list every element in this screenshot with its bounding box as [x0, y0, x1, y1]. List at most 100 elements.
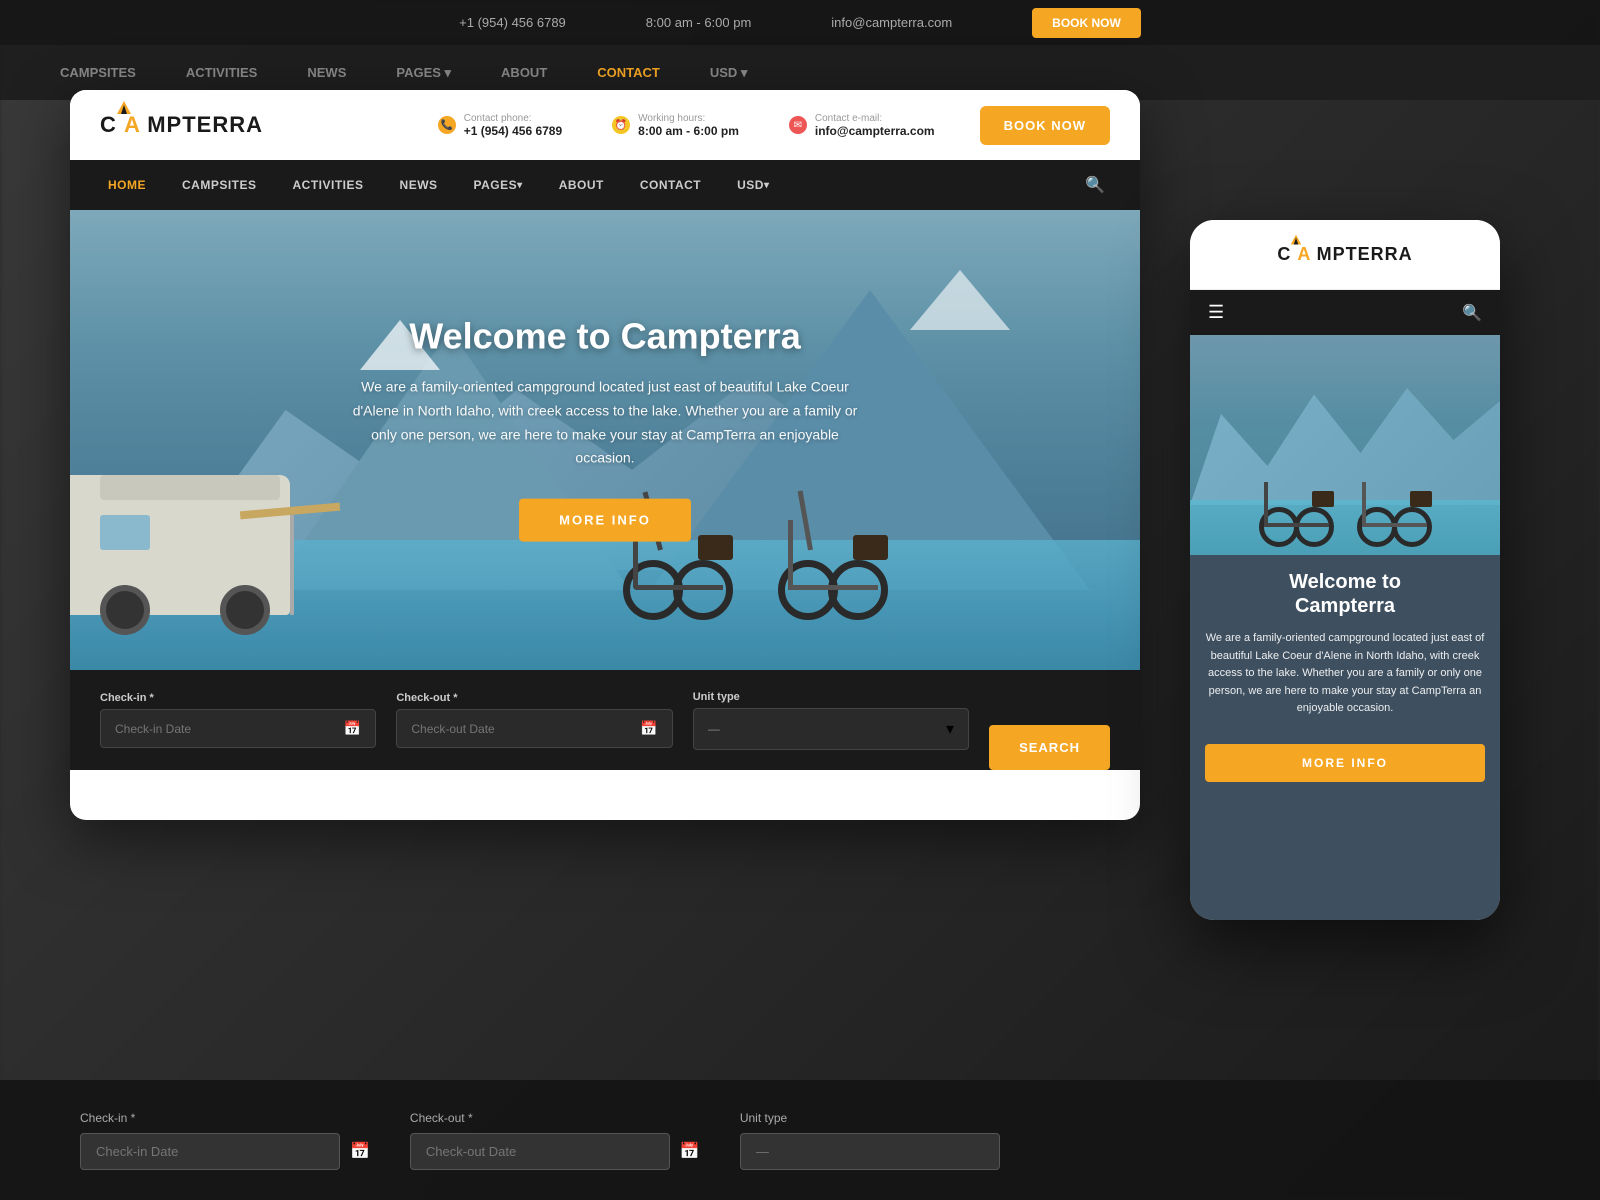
- checkin-field: Check-in * 📅: [100, 692, 376, 748]
- mobile-logo-accent: A: [1291, 244, 1316, 264]
- nav-pages[interactable]: PAGES: [456, 160, 541, 210]
- checkout-field: Check-out * 📅: [396, 692, 672, 748]
- nav-contact[interactable]: CONTACT: [622, 160, 719, 210]
- mobile-more-info-button[interactable]: MORE INFO: [1205, 744, 1485, 782]
- mobile-hero-title: Welcome toCampterra: [1289, 570, 1401, 618]
- mobile-content-area: Welcome toCampterra We are a family-orie…: [1190, 555, 1500, 920]
- nav-home[interactable]: HOME: [90, 160, 164, 210]
- email-value: info@campterra.com: [815, 124, 935, 138]
- checkin-input[interactable]: [115, 722, 344, 736]
- phone-info-group: 📞 Contact phone: +1 (954) 456 6789: [438, 113, 562, 138]
- rv-roof: [100, 475, 280, 500]
- phone-icon: 📞: [438, 116, 456, 134]
- checkin-label: Check-in *: [100, 692, 376, 704]
- search-button[interactable]: SEARCH: [989, 725, 1110, 770]
- book-now-button[interactable]: BOOK NOW: [980, 106, 1110, 145]
- hero-content: Welcome to Campterra We are a family-ori…: [345, 316, 865, 542]
- mobile-search-icon[interactable]: 🔍: [1462, 303, 1482, 323]
- desktop-hero: Welcome to Campterra We are a family-ori…: [70, 210, 1140, 670]
- checkout-input-wrap: 📅: [396, 709, 672, 748]
- bg-unittype-input[interactable]: [740, 1133, 1000, 1170]
- bg-nav-activities: ACTIVITIES: [186, 65, 258, 80]
- bg-email: info@campterra.com: [831, 15, 952, 30]
- unit-type-select-wrap: — ▾: [693, 708, 969, 750]
- clock-icon: ⏰: [612, 116, 630, 134]
- logo-accent: A: [117, 112, 147, 137]
- phone-value: +1 (954) 456 6789: [464, 124, 562, 138]
- mobile-description: We are a family-oriented campground loca…: [1205, 630, 1485, 718]
- bg-checkout-wrap: 📅: [410, 1133, 700, 1170]
- bg-checkin-wrap: 📅: [80, 1133, 370, 1170]
- bg-checkout-field: Check-out * 📅: [410, 1111, 700, 1170]
- m-basket-2: [1410, 491, 1432, 507]
- email-label: Contact e-mail:: [815, 113, 935, 124]
- hours-info-group: ⏰ Working hours: 8:00 am - 6:00 pm: [612, 113, 739, 138]
- mobile-bikes: [1210, 437, 1480, 547]
- unit-type-label: Unit type: [693, 691, 969, 703]
- mountain-right-snow: [910, 270, 1010, 330]
- bg-phone: +1 (954) 456 6789: [459, 15, 566, 30]
- bg-nav-pages: PAGES ▾: [396, 65, 451, 81]
- bg-checkin-input[interactable]: [80, 1133, 340, 1170]
- nav-usd[interactable]: USD: [719, 160, 787, 210]
- mobile-header: C A MPTERRA: [1190, 220, 1500, 290]
- desktop-info-bar: C A MPTERRA 📞 Contact phone: +1 (954) 45…: [70, 90, 1140, 160]
- unit-type-select[interactable]: —: [708, 722, 946, 736]
- phone-info: Contact phone: +1 (954) 456 6789: [464, 113, 562, 138]
- desktop-window: C A MPTERRA 📞 Contact phone: +1 (954) 45…: [70, 90, 1140, 820]
- nav-campsites[interactable]: CAMPSITES: [164, 160, 275, 210]
- rv-window: [100, 515, 150, 550]
- rv-wheel-front: [220, 585, 270, 635]
- booking-bar: Check-in * 📅 Check-out * 📅 Unit type — ▾…: [70, 670, 1140, 770]
- checkin-calendar-icon: 📅: [344, 720, 361, 737]
- bg-nav-news: NEWS: [307, 65, 346, 80]
- nav-about[interactable]: ABOUT: [541, 160, 622, 210]
- mobile-bike-1: [1259, 437, 1334, 547]
- nav-news[interactable]: NEWS: [382, 160, 456, 210]
- search-icon[interactable]: 🔍: [1070, 175, 1120, 195]
- bg-hours: 8:00 am - 6:00 pm: [646, 15, 752, 30]
- bg-nav-contact: CONTACT: [597, 65, 660, 80]
- bg-nav-about: ABOUT: [501, 65, 547, 80]
- select-arrow-icon: ▾: [946, 719, 954, 739]
- hero-description: We are a family-oriented campground loca…: [345, 376, 865, 471]
- bg-unittype-field: Unit type: [740, 1111, 1000, 1170]
- desktop-logo: C A MPTERRA: [100, 112, 263, 138]
- email-info-group: ✉ Contact e-mail: info@campterra.com: [789, 113, 935, 138]
- checkin-input-wrap: 📅: [100, 709, 376, 748]
- m-basket: [1312, 491, 1334, 507]
- bg-book-btn[interactable]: BOOK NOW: [1032, 8, 1141, 38]
- awning-pole: [290, 515, 294, 615]
- phone-label: Contact phone:: [464, 113, 562, 124]
- rv-silhouette: [70, 290, 350, 670]
- bg-checkin-field: Check-in * 📅: [80, 1111, 370, 1170]
- hero-more-info-button[interactable]: MORE INFO: [519, 499, 691, 542]
- email-info: Contact e-mail: info@campterra.com: [815, 113, 935, 138]
- unit-type-field: Unit type — ▾: [693, 691, 969, 750]
- hours-label: Working hours:: [638, 113, 739, 124]
- bg-nav-usd: USD ▾: [710, 65, 748, 81]
- bg-unittype-label: Unit type: [740, 1111, 1000, 1125]
- mobile-window: C A MPTERRA ☰ 🔍: [1190, 220, 1500, 920]
- bg-cal2-icon: 📅: [680, 1141, 700, 1161]
- checkout-label: Check-out *: [396, 692, 672, 704]
- mobile-hero: [1190, 335, 1500, 555]
- hours-value: 8:00 am - 6:00 pm: [638, 124, 739, 138]
- hours-info: Working hours: 8:00 am - 6:00 pm: [638, 113, 739, 138]
- bg-nav-campsites: CAMPSITES: [60, 65, 136, 80]
- nav-activities[interactable]: ACTIVITIES: [275, 160, 382, 210]
- checkout-calendar-icon: 📅: [640, 720, 657, 737]
- checkout-input[interactable]: [411, 722, 640, 736]
- bg-checkin-label: Check-in *: [80, 1111, 370, 1125]
- hero-title: Welcome to Campterra: [345, 316, 865, 358]
- mobile-logo: C A MPTERRA: [1277, 244, 1412, 265]
- bg-booking-bar: Check-in * 📅 Check-out * 📅 Unit type: [0, 1080, 1600, 1200]
- bg-checkout-input[interactable]: [410, 1133, 670, 1170]
- rv-wheel-back: [100, 585, 150, 635]
- tent-icon: [116, 100, 132, 116]
- desktop-nav: HOME CAMPSITES ACTIVITIES NEWS PAGES ABO…: [70, 160, 1140, 210]
- mobile-nav-bar: ☰ 🔍: [1190, 290, 1500, 335]
- bg-checkout-label: Check-out *: [410, 1111, 700, 1125]
- hamburger-icon[interactable]: ☰: [1208, 302, 1224, 323]
- bg-top-bar: +1 (954) 456 6789 8:00 am - 6:00 pm info…: [0, 0, 1600, 45]
